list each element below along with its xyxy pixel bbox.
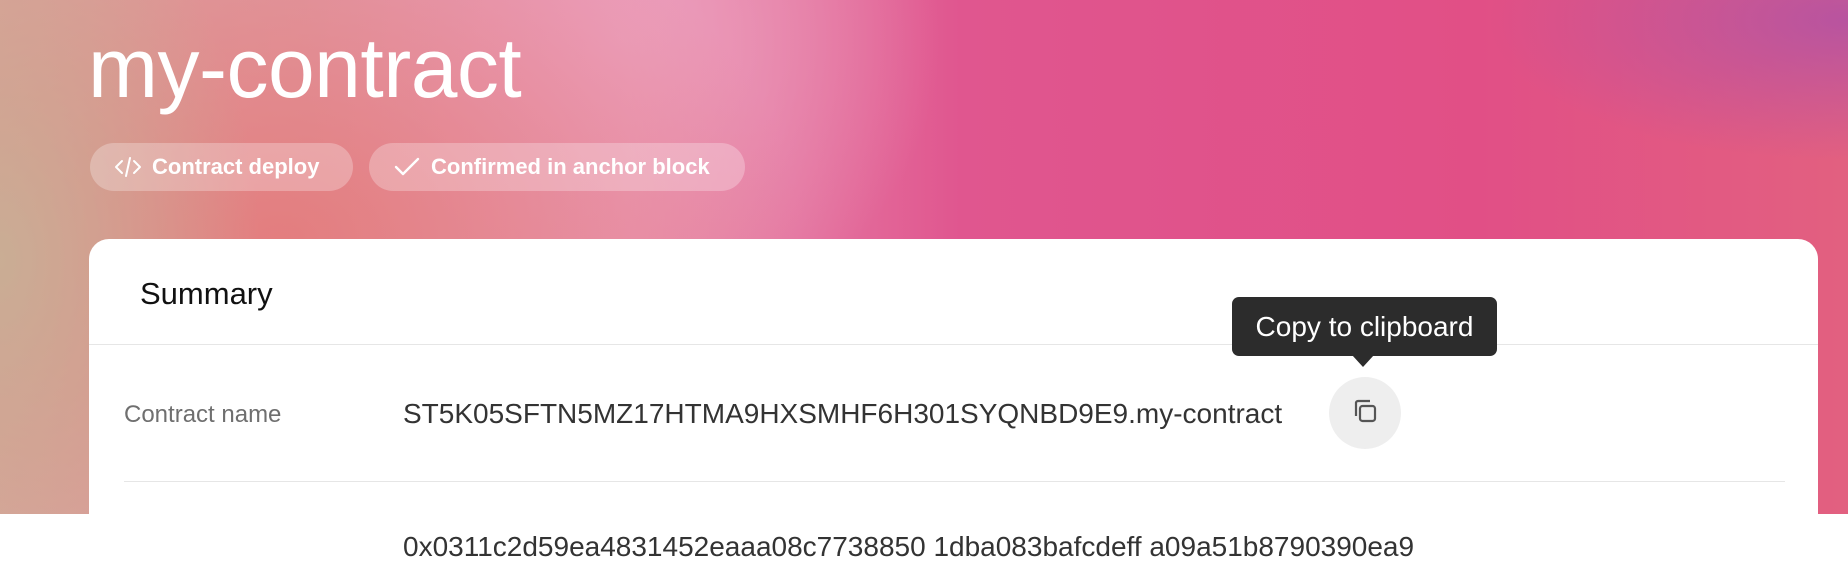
contract-name-label: Contract name (124, 401, 282, 428)
contract-deploy-label: Contract deploy (152, 154, 320, 179)
checkmark-icon (393, 155, 421, 179)
code-icon (114, 155, 142, 179)
row-divider (124, 481, 1785, 482)
tooltip-arrow (1352, 355, 1374, 367)
summary-title: Summary (140, 276, 273, 311)
copy-tooltip: Copy to clipboard (1232, 297, 1497, 356)
divider (89, 344, 1818, 345)
copy-icon (1349, 395, 1381, 432)
transaction-id-value: 0x0311c2d59ea4831452eaaa08c7738850 1dba0… (403, 531, 1415, 562)
summary-card: Summary Contract name ST5K05SFTN5MZ17HTM… (89, 239, 1818, 569)
contract-name-value: ST5K05SFTN5MZ17HTMA9HXSMHF6H301SYQNBD9E9… (403, 398, 1283, 429)
page-title: my-contract (88, 21, 522, 115)
confirmed-label: Confirmed in anchor block (431, 154, 710, 179)
contract-deploy-badge: Contract deploy (90, 143, 353, 191)
confirmed-badge: Confirmed in anchor block (369, 143, 745, 191)
copy-button[interactable] (1329, 377, 1401, 449)
